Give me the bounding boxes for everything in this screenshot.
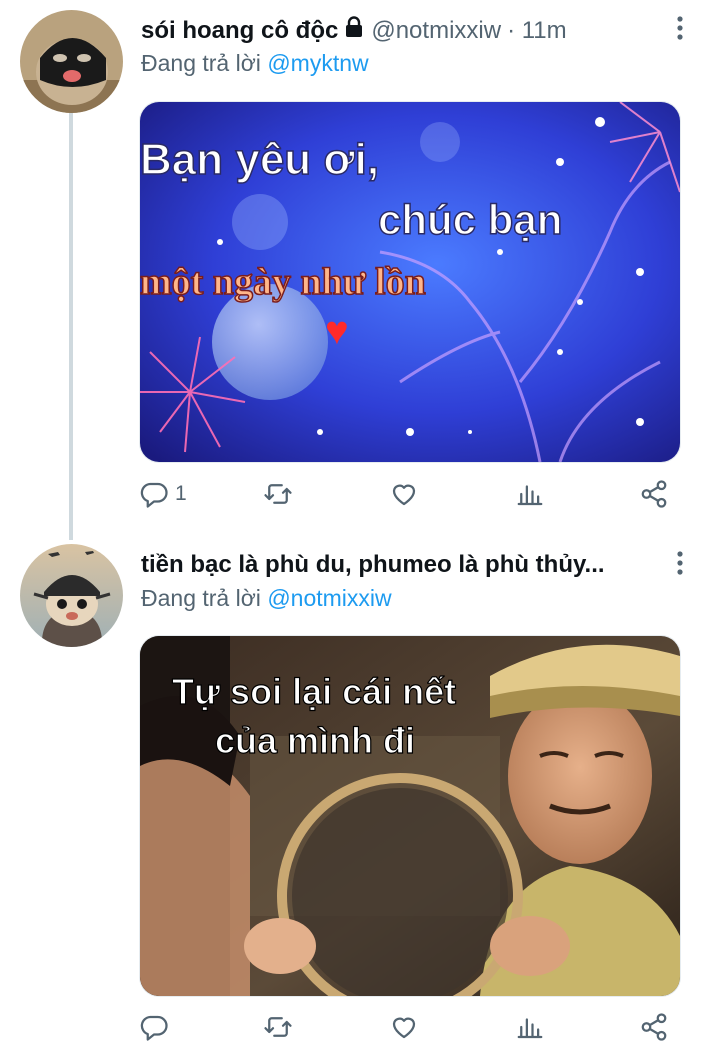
heart-emoji: ♥ bbox=[325, 309, 349, 353]
retweet-icon bbox=[263, 1012, 293, 1042]
analytics-button[interactable] bbox=[515, 479, 545, 509]
retweet-icon bbox=[263, 479, 293, 509]
reply-icon bbox=[139, 1012, 169, 1042]
share-button[interactable] bbox=[639, 479, 669, 509]
tweet-1[interactable]: sói hoang cô độc @notmixxiw · 11m Đang t… bbox=[0, 0, 718, 540]
display-name[interactable]: tiền bạc là phù du, phumeo là phù thủy..… bbox=[141, 551, 605, 579]
timestamp[interactable]: · 11m bbox=[507, 17, 567, 45]
retweet-button[interactable] bbox=[263, 479, 293, 509]
media-caption-line1: Tự soi lại cái nết bbox=[172, 671, 456, 712]
like-icon bbox=[389, 1012, 419, 1042]
replying-mention[interactable]: @myktnw bbox=[267, 50, 368, 76]
lock-icon bbox=[343, 16, 365, 43]
share-button[interactable] bbox=[639, 1012, 669, 1042]
media-text-line3: một ngày như lồn bbox=[140, 261, 426, 303]
reply-button[interactable] bbox=[139, 1012, 175, 1042]
replying-prefix: Đang trả lời bbox=[141, 50, 261, 76]
thread-line bbox=[69, 112, 73, 540]
reply-count: 1 bbox=[175, 482, 187, 505]
media-text-line2: chúc bạn bbox=[378, 196, 562, 243]
handle[interactable]: @notmixxiw bbox=[371, 17, 501, 45]
share-icon bbox=[639, 1012, 669, 1042]
like-button[interactable] bbox=[389, 1012, 419, 1042]
avatar[interactable] bbox=[20, 544, 123, 647]
avatar[interactable] bbox=[20, 10, 123, 113]
more-icon[interactable] bbox=[674, 550, 686, 581]
replying-mention[interactable]: @notmixxiw bbox=[267, 585, 391, 611]
media-text-line1: Bạn yêu ơi, bbox=[140, 135, 379, 184]
like-button[interactable] bbox=[389, 479, 419, 509]
analytics-icon bbox=[515, 479, 545, 509]
like-icon bbox=[389, 479, 419, 509]
analytics-icon bbox=[515, 1012, 545, 1042]
tweet-header: sói hoang cô độc @notmixxiw · 11m bbox=[141, 16, 674, 45]
tweet-media[interactable]: Bạn yêu ơi, chúc bạn một ngày như lồn ♥ bbox=[139, 101, 681, 463]
analytics-button[interactable] bbox=[515, 1012, 545, 1042]
reply-icon bbox=[139, 479, 169, 509]
tweet-2[interactable]: tiền bạc là phù du, phumeo là phù thủy..… bbox=[0, 530, 718, 1056]
replying-to: Đang trả lời @myktnw bbox=[141, 50, 369, 77]
action-bar bbox=[139, 1012, 679, 1042]
share-icon bbox=[639, 479, 669, 509]
reply-button[interactable]: 1 bbox=[139, 479, 187, 509]
tweet-header: tiền bạc là phù du, phumeo là phù thủy..… bbox=[141, 551, 648, 579]
display-name[interactable]: sói hoang cô độc bbox=[141, 17, 338, 45]
more-icon[interactable] bbox=[674, 15, 686, 46]
action-bar: 1 bbox=[139, 479, 679, 509]
retweet-button[interactable] bbox=[263, 1012, 293, 1042]
replying-prefix: Đang trả lời bbox=[141, 585, 261, 611]
replying-to: Đang trả lời @notmixxiw bbox=[141, 585, 392, 612]
tweet-media[interactable]: Tự soi lại cái nết của mình đi bbox=[139, 635, 681, 997]
media-caption-line2: của mình đi bbox=[215, 720, 415, 761]
